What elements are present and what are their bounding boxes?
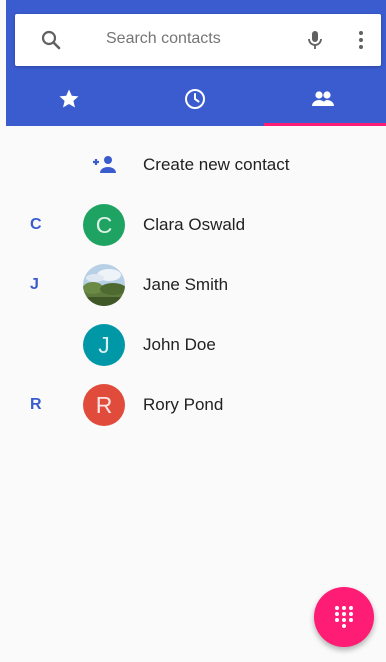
avatar: C: [83, 204, 125, 246]
section-letter: J: [30, 276, 39, 293]
contact-name: Rory Pond: [143, 395, 224, 414]
more-vert-icon[interactable]: [349, 28, 373, 52]
search-bar[interactable]: Search contacts: [15, 14, 381, 66]
tab-contacts[interactable]: [260, 72, 386, 126]
contact-name: Clara Oswald: [143, 215, 246, 234]
contact-row[interactable]: R R Rory Pond: [6, 375, 386, 435]
app-header: Search contacts: [6, 0, 386, 126]
search-icon[interactable]: [39, 28, 63, 52]
contacts-screen: Search contacts Create new contact C C C…: [6, 0, 386, 662]
landscape-photo-icon: [83, 264, 125, 306]
people-icon: [312, 91, 334, 106]
selected-tab-indicator: [264, 123, 386, 126]
tab-recents[interactable]: [132, 72, 258, 126]
mic-icon[interactable]: [303, 28, 327, 52]
contact-name: John Doe: [143, 335, 216, 354]
create-new-contact[interactable]: Create new contact: [6, 135, 386, 195]
contact-name: Jane Smith: [143, 275, 229, 294]
avatar: R: [83, 384, 125, 426]
search-input[interactable]: Search contacts: [106, 30, 221, 48]
dialpad-icon: [335, 606, 353, 628]
clock-icon: [185, 89, 205, 109]
tab-favorites[interactable]: [6, 72, 132, 126]
contact-row[interactable]: C C Clara Oswald: [6, 195, 386, 255]
avatar-initial: J: [98, 331, 110, 358]
avatar-initial: C: [95, 211, 113, 238]
avatar-initial: R: [95, 391, 113, 418]
avatar: J: [83, 324, 125, 366]
create-new-contact-label: Create new contact: [143, 155, 290, 174]
contact-row[interactable]: J Jane Smith: [6, 255, 386, 315]
dialpad-button[interactable]: [314, 587, 374, 647]
section-letter: C: [30, 216, 42, 233]
contact-row[interactable]: J John Doe: [6, 315, 386, 375]
add-person-icon: [93, 156, 116, 173]
section-letter: R: [30, 396, 42, 413]
star-icon: [59, 89, 79, 108]
section-letter: [30, 315, 50, 375]
avatar-photo: [83, 264, 125, 306]
